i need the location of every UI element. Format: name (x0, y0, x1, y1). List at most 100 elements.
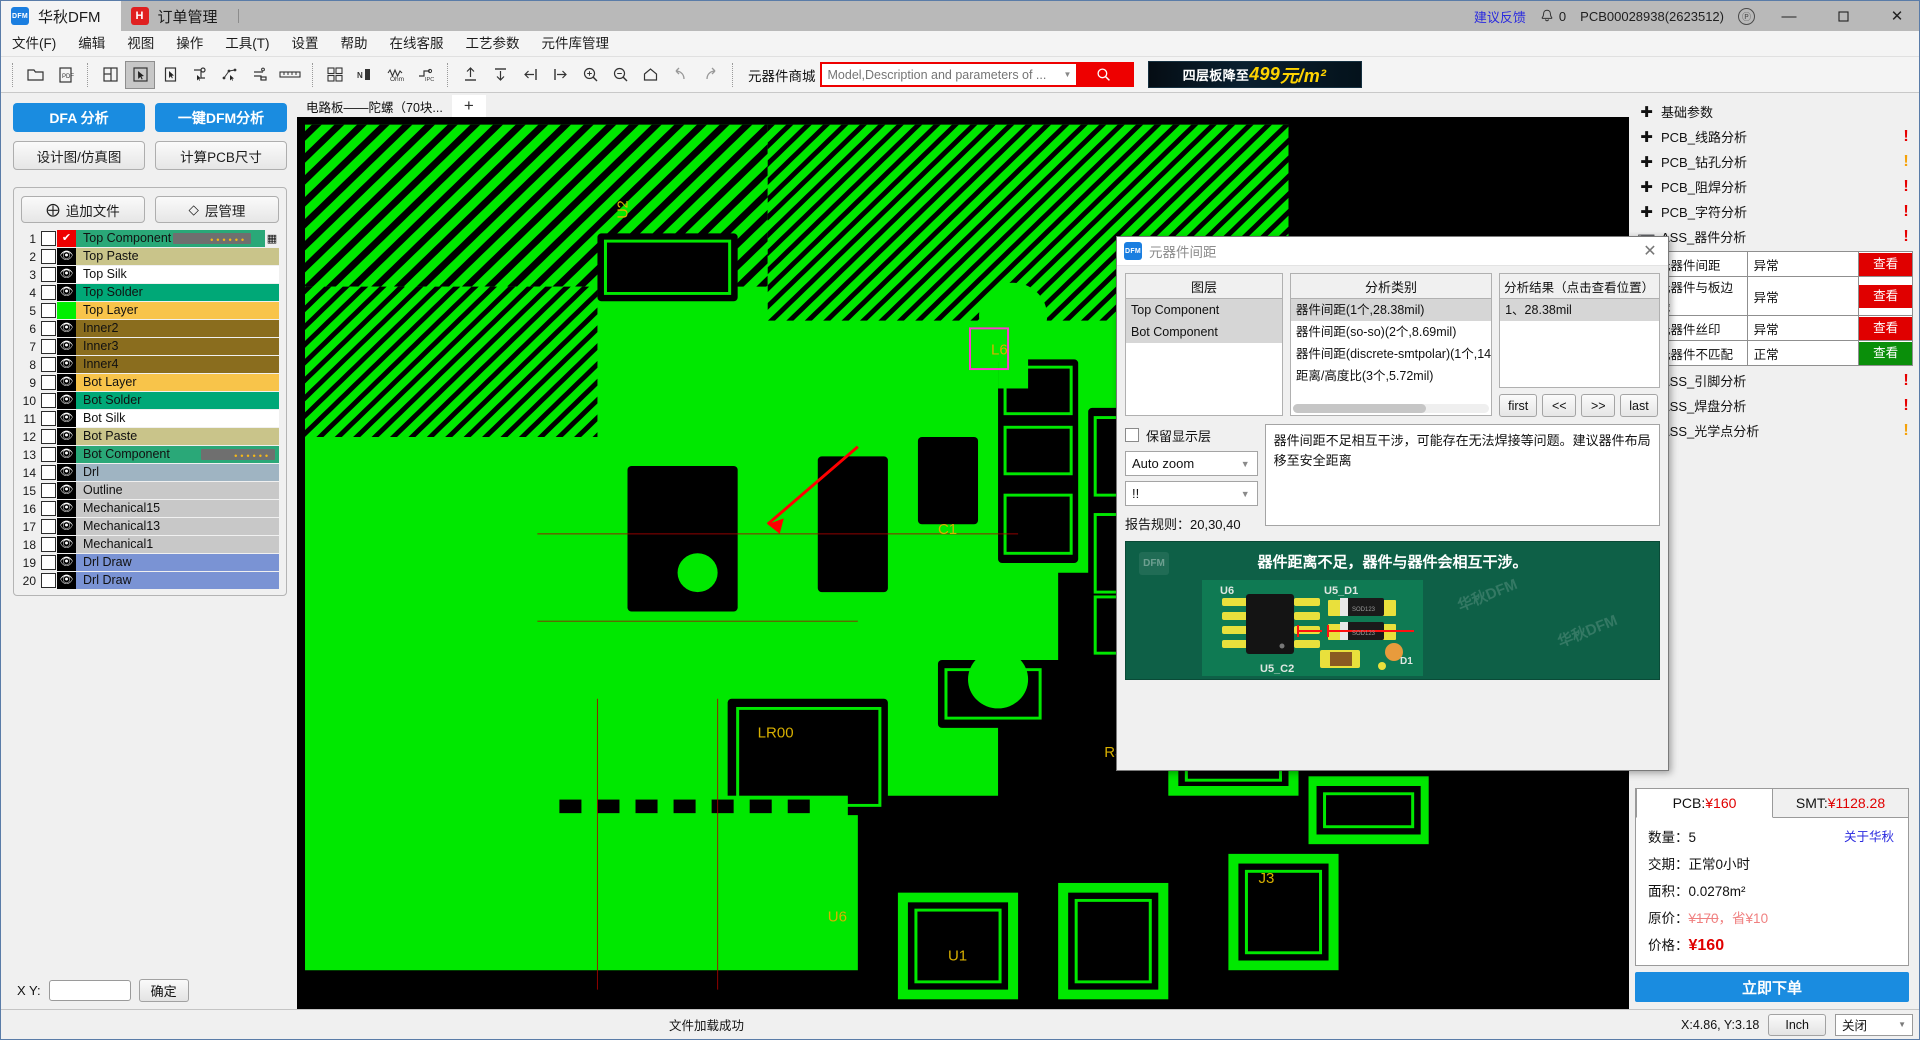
menu-help[interactable]: 帮助 (330, 31, 379, 57)
analysis-section-ass-pin[interactable]: ✚ ASS_引脚分析 ! (1629, 368, 1919, 393)
tab-order-management[interactable]: H 订单管理 (121, 1, 238, 31)
layer-row[interactable]: 16 👁 Mechanical15 (21, 500, 279, 517)
net-select-icon[interactable] (185, 61, 215, 89)
design-simulation-button[interactable]: 设计图/仿真图 (13, 141, 145, 170)
eye-hidden-icon[interactable]: 👁 (57, 536, 76, 553)
view-button[interactable]: 查看 (1859, 253, 1912, 276)
home-fit-icon[interactable] (635, 61, 665, 89)
menu-process-params[interactable]: 工艺参数 (455, 31, 531, 57)
add-file-button[interactable]: ⨁ 追加文件 (21, 196, 145, 223)
left-align-icon[interactable] (515, 61, 545, 89)
chevron-down-icon[interactable]: ▼ (1060, 64, 1076, 85)
redo-icon[interactable] (695, 61, 725, 89)
layer-row[interactable]: 9 👁 Bot Layer (21, 374, 279, 391)
feedback-link[interactable]: 建议反馈 (1474, 7, 1526, 26)
eye-hidden-icon[interactable]: 👁 (57, 572, 76, 589)
eye-hidden-icon[interactable]: 👁 (57, 500, 76, 517)
view-button[interactable]: 查看 (1859, 342, 1912, 365)
layer-checkbox[interactable] (41, 429, 56, 444)
user-account-icon[interactable]: Ⓟ (1738, 8, 1755, 25)
eye-hidden-icon[interactable]: 👁 (57, 248, 76, 265)
tab-pcb-price[interactable]: PCB:¥160 (1636, 789, 1773, 818)
layer-row[interactable]: 15 👁 Outline (21, 482, 279, 499)
analysis-section-basic-params[interactable]: ✚ 基础参数 (1629, 99, 1919, 124)
eye-hidden-icon[interactable]: 👁 (57, 554, 76, 571)
layer-row[interactable]: 4 👁 Top Solder (21, 284, 279, 301)
menu-edit[interactable]: 编辑 (67, 31, 116, 57)
view-button[interactable]: 查看 (1859, 317, 1912, 340)
window-minimize-button[interactable]: — (1769, 1, 1809, 31)
analysis-section-pcb-drill[interactable]: ✚ PCB_钻孔分析 ! (1629, 149, 1919, 174)
layout-split-icon[interactable] (95, 61, 125, 89)
menu-file[interactable]: 文件(F) (1, 31, 67, 57)
layer-checkbox[interactable] (41, 249, 56, 264)
nav-prev-button[interactable]: << (1542, 394, 1576, 417)
eye-hidden-icon[interactable]: 👁 (57, 338, 76, 355)
layer-row[interactable]: 3 👁 Top Silk (21, 266, 279, 283)
layer-row[interactable]: 20 👁 Drl Draw (21, 572, 279, 589)
layer-row[interactable]: 2 👁 Top Paste (21, 248, 279, 265)
analysis-section-pcb-silkscreen[interactable]: ✚ PCB_字符分析 ! (1629, 199, 1919, 224)
layer-checkbox[interactable] (41, 447, 56, 462)
unit-toggle-button[interactable]: Inch (1768, 1014, 1826, 1036)
eye-hidden-icon[interactable]: 👁 (57, 284, 76, 301)
bottom-align-icon[interactable] (485, 61, 515, 89)
view-button[interactable]: 查看 (1859, 285, 1912, 308)
layer-checkbox[interactable] (41, 303, 56, 318)
list-item[interactable]: 器件间距(1个,28.38mil) (1291, 299, 1491, 321)
place-order-button[interactable]: 立即下单 (1635, 972, 1909, 1002)
right-align-icon[interactable] (545, 61, 575, 89)
eye-hidden-icon[interactable]: 👁 (57, 356, 76, 373)
dialog-close-button[interactable]: ✕ (1632, 237, 1668, 266)
eye-hidden-icon[interactable]: 👁 (57, 428, 76, 445)
nav-next-button[interactable]: >> (1581, 394, 1615, 417)
expand-plus-icon[interactable]: ✚ (1637, 153, 1656, 171)
grid-snap-select[interactable]: 关闭 ▼ (1835, 1014, 1913, 1036)
menu-settings[interactable]: 设置 (281, 31, 330, 57)
layer-checkbox[interactable] (41, 267, 56, 282)
open-folder-icon[interactable] (20, 61, 50, 89)
expand-plus-icon[interactable]: ✚ (1637, 128, 1656, 146)
about-huaqiu-link[interactable]: 关于华秋 (1844, 826, 1894, 845)
layer-color-swatch[interactable]: ✔ (57, 230, 76, 247)
layer-checkbox[interactable] (41, 573, 56, 588)
one-click-dfm-button[interactable]: 一键DFM分析 (155, 103, 287, 132)
list-item[interactable]: 1、28.38mil (1500, 299, 1659, 321)
layer-row[interactable]: 10 👁 Bot Solder (21, 392, 279, 409)
ipc-icon[interactable]: IPC (410, 61, 440, 89)
layer-row[interactable]: 11 👁 Bot Silk (21, 410, 279, 427)
search-button[interactable] (1076, 64, 1132, 85)
layer-checkbox[interactable] (41, 375, 56, 390)
table-row[interactable]: 元器件与板边缘 异常 查看 (1652, 277, 1913, 316)
impedance-icon[interactable]: Ohm (380, 61, 410, 89)
layer-row[interactable]: 14 👁 Drl (21, 464, 279, 481)
undo-icon[interactable] (665, 61, 695, 89)
eye-hidden-icon[interactable]: 👁 (57, 374, 76, 391)
table-row[interactable]: 元器件丝印 异常 查看 (1652, 316, 1913, 341)
xy-confirm-button[interactable]: 确定 (139, 979, 189, 1002)
layer-row[interactable]: 7 👁 Inner3 (21, 338, 279, 355)
menu-operate[interactable]: 操作 (165, 31, 214, 57)
layer-checkbox[interactable] (41, 339, 56, 354)
document-tab[interactable]: 电路板——陀螺（70块... (297, 95, 452, 117)
analysis-section-ass-pad[interactable]: ✚ ASS_焊盘分析 ! (1629, 393, 1919, 418)
layer-color-swatch[interactable] (57, 302, 76, 319)
area-select-icon[interactable] (155, 61, 185, 89)
layer-row[interactable]: 6 👁 Inner2 (21, 320, 279, 337)
eye-hidden-icon[interactable]: 👁 (57, 446, 76, 463)
add-document-tab-button[interactable]: + (452, 95, 486, 117)
menu-online-support[interactable]: 在线客服 (379, 31, 455, 57)
netlist-icon[interactable]: N (350, 61, 380, 89)
promo-banner[interactable]: 四层板降至499元/m² (1148, 61, 1362, 88)
layer-checkbox[interactable] (41, 231, 56, 246)
keep-layer-checkbox[interactable] (1125, 428, 1139, 442)
layer-listbox[interactable]: Top Component Bot Component (1125, 298, 1283, 416)
eye-hidden-icon[interactable]: 👁 (57, 266, 76, 283)
layer-checkbox[interactable] (41, 393, 56, 408)
layer-management-button[interactable]: ◇ 层管理 (155, 196, 279, 223)
layer-row[interactable]: 19 👁 Drl Draw (21, 554, 279, 571)
table-row[interactable]: 元器件间距 异常 查看 (1652, 252, 1913, 277)
layer-checkbox[interactable] (41, 555, 56, 570)
expand-plus-icon[interactable]: ✚ (1637, 103, 1656, 121)
severity-filter-select[interactable]: !! ▼ (1125, 481, 1258, 506)
